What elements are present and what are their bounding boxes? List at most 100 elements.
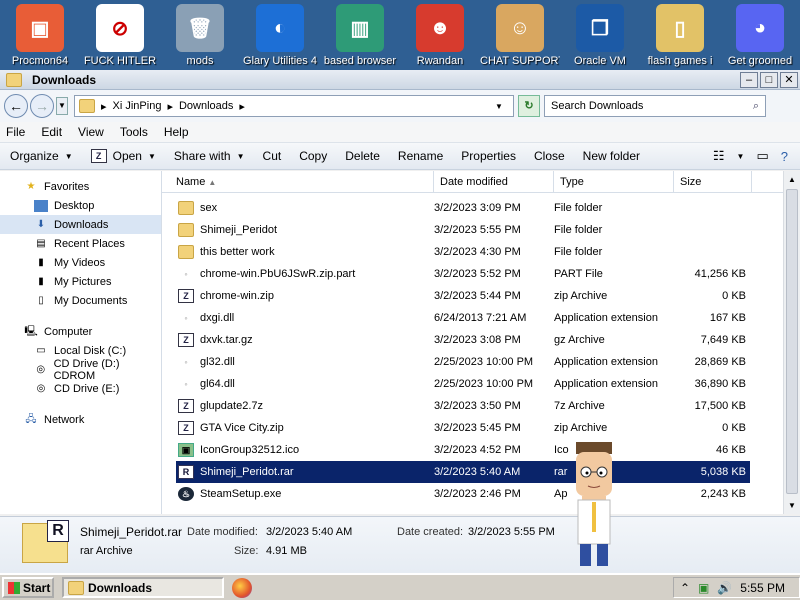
rename-button[interactable]: Rename: [398, 149, 443, 163]
file-date: 3/2/2023 5:52 PM: [434, 268, 521, 280]
breadcrumb-user[interactable]: Xi JinPing: [113, 100, 162, 112]
system-tray: ⌃ ▣ 🔊 5:55 PM: [672, 577, 800, 598]
forward-button[interactable]: →: [30, 94, 54, 118]
help-icon[interactable]: ?: [781, 149, 788, 164]
desktop-icon-1[interactable]: ⊘ FUCK HITLER: [80, 4, 160, 68]
title-bar[interactable]: Downloads – □ ✕: [0, 70, 800, 90]
desktop-icon-6[interactable]: ☺ CHAT SUPPORT: [480, 4, 560, 68]
file-row[interactable]: ◦ gl32.dll 2/25/2023 10:00 PM Application e…: [176, 351, 800, 373]
folder-file-icon: [178, 223, 194, 237]
file-type: PART File: [554, 268, 603, 280]
doc-file-icon: ◦: [184, 357, 188, 367]
file-row[interactable]: ♨ SteamSetup.exe 3/2/2023 2:46 PM Ap 2,243 K…: [176, 483, 800, 505]
new-folder-button[interactable]: New folder: [583, 149, 640, 163]
scroll-thumb[interactable]: [786, 189, 798, 494]
menu-view[interactable]: View: [78, 125, 104, 139]
address-dropdown-icon[interactable]: ▼: [491, 102, 507, 111]
vertical-scrollbar[interactable]: ▲ ▼: [783, 171, 800, 514]
file-row[interactable]: Z GTA Vice City.zip 3/2/2023 5:45 PM zip Ar…: [176, 417, 800, 439]
firefox-icon[interactable]: [232, 577, 252, 598]
file-row[interactable]: Zglupdate2.7z 3/2/2023 3:50 PM 7z Archive 1…: [176, 395, 800, 417]
nav-item-my-pictures[interactable]: ▮ My Pictures: [0, 272, 161, 291]
tray-expand-icon[interactable]: ⌃: [680, 581, 690, 595]
file-size: 41,256 KB: [694, 268, 746, 280]
file-name: gl32.dll: [200, 356, 235, 368]
nav-favorites[interactable]: ★ Favorites: [0, 177, 161, 196]
file-size: 2,243 KB: [700, 488, 746, 500]
maximize-button[interactable]: □: [760, 71, 778, 88]
scroll-down-icon[interactable]: ▼: [784, 497, 800, 514]
file-name: GTA Vice City.zip: [200, 422, 284, 434]
window-title: Downloads: [32, 72, 97, 87]
view-options-icon[interactable]: ☷: [713, 148, 725, 164]
search-icon[interactable]: ⌕: [747, 100, 765, 113]
desktop-icon-7[interactable]: ❒ Oracle VM: [560, 4, 640, 68]
minimize-button[interactable]: –: [740, 71, 758, 88]
file-row[interactable]: ◦ dxgi.dll 6/24/2013 7:21 AM Application ex…: [176, 307, 800, 329]
chevron-down-icon[interactable]: ▼: [737, 152, 745, 161]
file-row[interactable]: Zchrome-win.zip 3/2/2023 5:44 PM zip Archi…: [176, 285, 800, 307]
desktop-icon-0[interactable]: ▣ Procmon64: [0, 4, 80, 68]
properties-button[interactable]: Properties: [461, 149, 516, 163]
menu-help[interactable]: Help: [164, 125, 189, 139]
refresh-button[interactable]: ↻: [518, 95, 540, 117]
clock[interactable]: 5:55 PM: [740, 581, 785, 595]
column-size[interactable]: Size: [674, 171, 752, 192]
volume-icon[interactable]: 🔊: [717, 581, 732, 595]
file-row[interactable]: ▣ IconGroup32512.ico 3/2/2023 4:52 PM Ico 46…: [176, 439, 800, 461]
zip-file-icon: Z: [178, 421, 194, 435]
menu-file[interactable]: File: [6, 125, 25, 139]
file-row[interactable]: this better work 3/2/2023 4:30 PM File fol…: [176, 241, 800, 263]
breadcrumb-downloads[interactable]: Downloads: [179, 100, 233, 112]
delete-button[interactable]: Delete: [345, 149, 380, 163]
nav-network[interactable]: 🖧 Network: [0, 410, 161, 429]
address-bar[interactable]: ▸ Xi JinPing ▸ Downloads ▸ ▼: [74, 95, 514, 117]
cut-button[interactable]: Cut: [263, 149, 282, 163]
desktop-icon-3[interactable]: ◐ Glary Utilities 4: [240, 4, 320, 68]
network-status-icon[interactable]: ▣: [698, 581, 709, 595]
nav-item-cd-drive-d[interactable]: ◎ CD Drive (D:) CDROM: [0, 358, 161, 382]
nav-item-desktop[interactable]: Desktop: [0, 196, 161, 215]
scroll-up-icon[interactable]: ▲: [784, 171, 800, 188]
start-button[interactable]: Start: [2, 577, 54, 598]
history-dropdown-icon[interactable]: ▼: [56, 97, 68, 115]
desktop-icon-8[interactable]: ▯ flash games i: [640, 4, 720, 68]
file-date: 3/2/2023 2:46 PM: [434, 488, 521, 500]
close-button[interactable]: ✕: [780, 71, 798, 88]
file-row[interactable]: sex 3/2/2023 3:09 PM File folder: [176, 197, 800, 219]
column-date[interactable]: Date modified: [434, 171, 554, 192]
close-folder-button[interactable]: Close: [534, 149, 565, 163]
nav-item-my-videos[interactable]: ▮ My Videos: [0, 253, 161, 272]
column-type[interactable]: Type: [554, 171, 674, 192]
menu-tools[interactable]: Tools: [120, 125, 148, 139]
nav-item-downloads[interactable]: ⬇ Downloads: [0, 215, 161, 234]
file-row[interactable]: R Shimeji_Peridot.rar 3/2/2023 5:40 AM rar 5…: [176, 461, 750, 483]
nav-computer[interactable]: 🖳 Computer: [0, 322, 161, 341]
share-with-button[interactable]: Share with ▼: [174, 149, 245, 163]
file-row[interactable]: ◦ gl64.dll 2/25/2023 10:00 PM Application e…: [176, 373, 800, 395]
preview-pane-icon[interactable]: ▭: [756, 148, 768, 164]
file-name: gl64.dll: [200, 378, 235, 390]
open-button[interactable]: Z Open ▼: [90, 149, 156, 163]
copy-button[interactable]: Copy: [299, 149, 327, 163]
search-input[interactable]: Search Downloads ⌕: [544, 95, 766, 117]
organize-button[interactable]: Organize ▼: [10, 149, 73, 163]
nav-item-my-documents[interactable]: ▯ My Documents: [0, 291, 161, 310]
taskbar-item-downloads[interactable]: Downloads: [62, 577, 224, 598]
nav-item-cd-drive-e[interactable]: ◎ CD Drive (E:): [0, 379, 161, 398]
file-row[interactable]: Shimeji_Peridot 3/2/2023 5:55 PM File fold…: [176, 219, 800, 241]
desktop-icon-2[interactable]: 🗑 mods: [160, 4, 240, 68]
details-size: 4.91 MB: [266, 545, 307, 557]
back-button[interactable]: ←: [4, 94, 28, 118]
file-row[interactable]: Zdxvk.tar.gz 3/2/2023 3:08 PM gz Archive 7,…: [176, 329, 800, 351]
desktop-icon-9[interactable]: ◕ Get groomed: [720, 4, 800, 68]
explorer-window: Downloads – □ ✕ ← → ▼ ▸ Xi JinPing ▸ Dow…: [0, 70, 800, 573]
desktop-icon-5[interactable]: ☻ Rwandan: [400, 4, 480, 68]
menu-edit[interactable]: Edit: [41, 125, 62, 139]
column-name[interactable]: Name ▲: [162, 171, 434, 192]
nav-item-recent-places[interactable]: ▤ Recent Places: [0, 234, 161, 253]
search-placeholder: Search Downloads: [551, 100, 644, 112]
desktop-icon-4[interactable]: ▥ based browser: [320, 4, 400, 68]
file-row[interactable]: ◦ chrome-win.PbU6JSwR.zip.part 3/2/2023 5:…: [176, 263, 800, 285]
sort-icon: ▲: [208, 178, 217, 187]
